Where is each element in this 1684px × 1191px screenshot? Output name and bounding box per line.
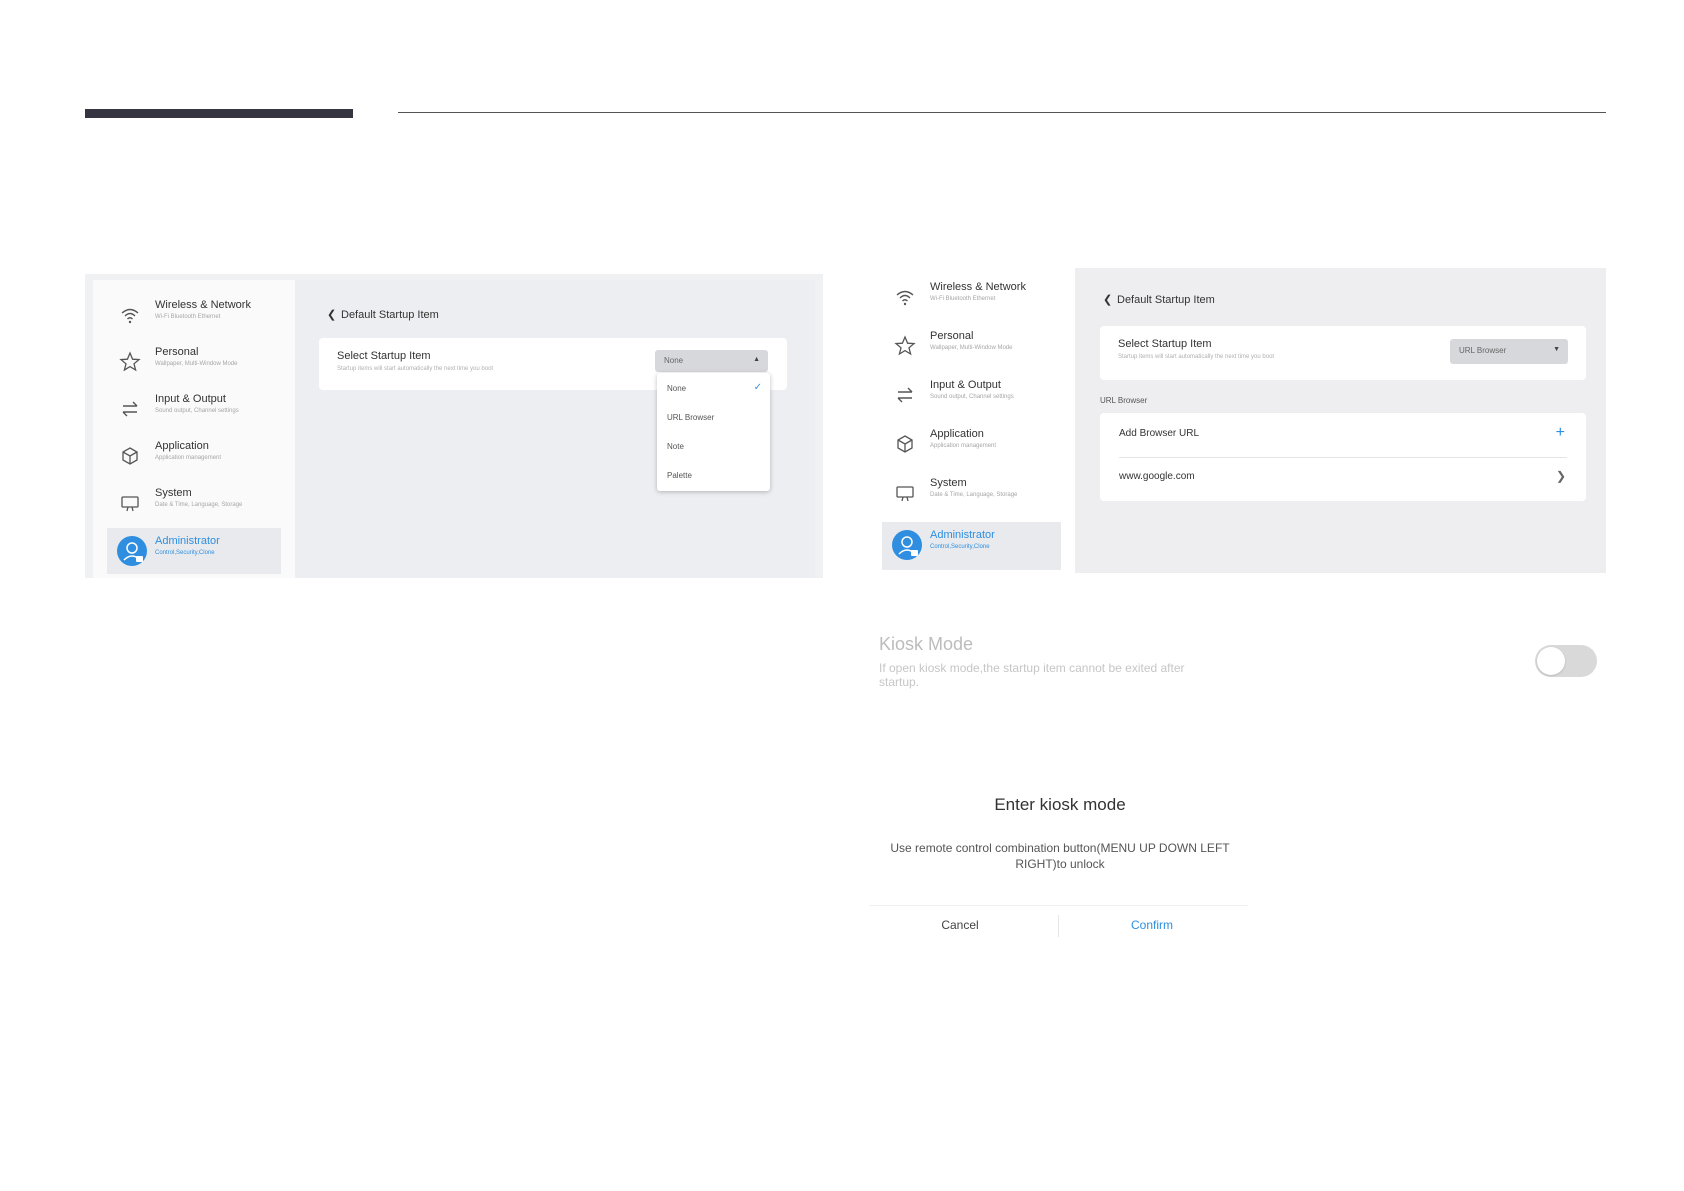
wifi-icon — [896, 290, 914, 306]
startup-item-card: Select Startup Item Startup items will s… — [1100, 326, 1586, 380]
sidebar-item-sub: Wallpaper, Multi-Window Mode — [155, 361, 238, 367]
sidebar-item-label: Application — [155, 440, 209, 452]
chevron-left-icon: ❮ — [327, 309, 337, 321]
dialog-message: Use remote control combination button(ME… — [890, 841, 1230, 871]
startup-item-select[interactable]: None ▲ — [655, 350, 768, 372]
settings-sidebar: Wireless & Network Wi-Fi Bluetooth Ether… — [875, 268, 1075, 573]
sidebar-item-personal[interactable]: Personal Wallpaper, Multi-Window Mode — [882, 323, 1060, 369]
add-browser-url-button[interactable]: Add Browser URL — [1119, 428, 1199, 439]
monitor-icon — [121, 496, 139, 512]
sidebar-item-label: Wireless & Network — [155, 299, 251, 311]
sidebar-item-sub: Wallpaper, Multi-Window Mode — [930, 345, 1013, 351]
back-button[interactable]: ❮ Default Startup Item — [1103, 293, 1215, 306]
startup-item-dropdown: None ✓ URL Browser Note Palette — [657, 373, 770, 491]
cancel-button[interactable]: Cancel — [920, 918, 1000, 932]
cube-icon — [897, 435, 913, 453]
back-button[interactable]: ❮ Default Startup Item — [327, 308, 439, 321]
sidebar-item-sub: Wi-Fi Bluetooth Ethernet — [930, 296, 996, 302]
kiosk-mode-title: Kiosk Mode — [879, 634, 974, 654]
sidebar-item-sub: Application management — [930, 443, 997, 449]
chevron-right-icon: ❯ — [1555, 469, 1566, 483]
swap-arrows-icon — [122, 401, 138, 417]
card-subtitle: Startup items will start automatically t… — [1118, 354, 1275, 360]
page-title: Default Startup Item — [341, 309, 439, 321]
sidebar-item-sub: Wi-Fi Bluetooth Ethernet — [155, 314, 221, 320]
sidebar-item-sub: Sound output, Channel settings — [930, 394, 1014, 400]
url-entry[interactable]: www.google.com — [1119, 471, 1195, 482]
sidebar-item-label: Input & Output — [155, 393, 226, 405]
caret-down-icon: ▼ — [1553, 346, 1560, 353]
sidebar-item-input-output[interactable]: Input & Output Sound output, Channel set… — [882, 372, 1060, 418]
dropdown-option-none[interactable]: None — [667, 384, 686, 393]
star-icon — [894, 335, 916, 356]
star-icon — [119, 351, 141, 372]
sidebar-item-label: Administrator — [155, 535, 220, 547]
chevron-left-icon: ❮ — [1103, 294, 1113, 306]
card-subtitle: Startup items will start automatically t… — [337, 366, 494, 372]
sidebar-item-label: Personal — [930, 330, 974, 342]
sidebar-item-label: Administrator — [930, 529, 995, 541]
swap-arrows-icon — [897, 387, 913, 403]
dropdown-option-note[interactable]: Note — [667, 442, 684, 451]
startup-item-select[interactable]: URL Browser ▼ — [1450, 339, 1568, 364]
sidebar-item-system[interactable]: System Date & Time, Language, Storage — [882, 470, 1060, 516]
confirm-button[interactable]: Confirm — [1112, 918, 1192, 932]
sidebar-item-sub: Date & Time, Language, Storage — [930, 492, 1018, 498]
sidebar-item-personal[interactable]: Personal Wallpaper, Multi-Window Mode — [107, 339, 285, 385]
page-title: Default Startup Item — [1117, 294, 1215, 306]
dropdown-option-palette[interactable]: Palette — [667, 471, 692, 480]
dropdown-option-url-browser[interactable]: URL Browser — [667, 413, 714, 422]
kiosk-mode-description: If open kiosk mode,the startup item cann… — [879, 661, 1185, 689]
check-icon: ✓ — [753, 382, 762, 393]
sidebar-item-administrator[interactable]: Administrator Control,Security,Clone — [882, 522, 1061, 570]
sidebar-item-sub: Control,Security,Clone — [155, 550, 215, 556]
sidebar-item-wireless-network[interactable]: Wireless & Network Wi-Fi Bluetooth Ether… — [882, 274, 1060, 320]
sidebar-item-system[interactable]: System Date & Time, Language, Storage — [107, 480, 285, 526]
sidebar-item-administrator[interactable]: Administrator Control,Security,Clone — [107, 528, 281, 574]
sidebar-item-sub: Sound output, Channel settings — [155, 408, 239, 414]
dialog-title: Enter kiosk mode — [994, 795, 1126, 814]
sidebar-item-label: System — [155, 487, 192, 499]
sidebar-item-application[interactable]: Application Application management — [882, 421, 1060, 467]
sidebar-item-application[interactable]: Application Application management — [107, 433, 285, 479]
dialog-button-divider — [1058, 915, 1059, 937]
url-browser-card: Add Browser URL + www.google.com ❯ — [1100, 413, 1586, 501]
caret-up-icon: ▲ — [753, 356, 760, 363]
select-value: None — [664, 356, 684, 365]
monitor-icon — [896, 486, 914, 502]
plus-icon[interactable]: + — [1556, 424, 1565, 442]
section-label-url-browser: URL Browser — [1100, 396, 1148, 405]
header-accent-bar — [85, 109, 353, 118]
settings-sidebar: Wireless & Network Wi-Fi Bluetooth Ether… — [93, 280, 295, 578]
card-title: Select Startup Item — [337, 350, 431, 362]
sidebar-item-sub: Control,Security,Clone — [930, 544, 990, 550]
sidebar-item-label: Personal — [155, 346, 199, 358]
sidebar-item-label: Input & Output — [930, 379, 1001, 391]
select-value: URL Browser — [1459, 346, 1507, 355]
admin-avatar-icon — [892, 530, 922, 560]
divider — [1119, 457, 1567, 458]
sidebar-item-sub: Application management — [155, 455, 222, 461]
admin-avatar-icon — [117, 536, 147, 566]
sidebar-item-wireless-network[interactable]: Wireless & Network Wi-Fi Bluetooth Ether… — [107, 292, 285, 338]
dialog-divider — [870, 905, 1248, 906]
kiosk-mode-toggle[interactable] — [1535, 645, 1597, 677]
sidebar-item-label: System — [930, 477, 967, 489]
sidebar-item-input-output[interactable]: Input & Output Sound output, Channel set… — [107, 386, 285, 432]
card-title: Select Startup Item — [1118, 338, 1212, 350]
sidebar-item-sub: Date & Time, Language, Storage — [155, 502, 243, 508]
header-rule — [398, 112, 1606, 113]
cube-icon — [122, 447, 138, 465]
wifi-icon — [121, 308, 139, 324]
sidebar-item-label: Application — [930, 428, 984, 440]
toggle-knob — [1537, 647, 1565, 675]
sidebar-item-label: Wireless & Network — [930, 281, 1026, 293]
